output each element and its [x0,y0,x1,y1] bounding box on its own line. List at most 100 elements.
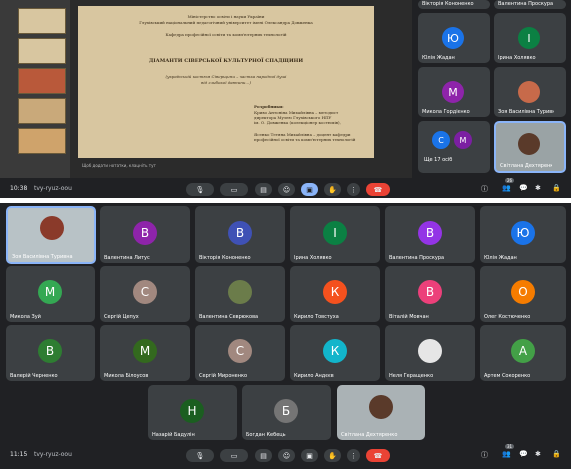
participant-name: Сергій Цепух [104,314,139,320]
present-button[interactable]: ▣ [301,183,318,196]
participant-name: Олег Костюченко [484,314,531,320]
activities-icon[interactable]: ✱ [535,184,541,192]
captions-button[interactable]: ▤ [255,183,272,196]
info-icon[interactable]: ⓘ [481,450,488,460]
more-icon: ⋮ [350,185,357,194]
self-video-tile[interactable]: Світлана Дехтяренко [494,121,566,173]
raise-hand-button[interactable]: ✋ [324,449,341,462]
participant-tile[interactable]: В Віталій Мовчан [385,266,475,322]
people-icon[interactable]: 👥 [502,184,511,192]
participant-tile[interactable]: А Артем Сокоренко [480,325,566,381]
avatar: М [442,81,464,103]
slide-ministry: Міністерство освіти і науки України [187,14,265,19]
participant-tile[interactable]: М Микола Білоусов [100,325,190,381]
info-icon[interactable]: ⓘ [481,184,488,194]
participant-name: Ірина Холявко [498,55,536,61]
participant-name: Кирило Андєєв [294,373,334,379]
self-video-tile[interactable]: Світлана Дехтяренко [337,385,425,440]
avatar-photo [228,280,252,304]
avatar: С [228,339,252,363]
participant-tile[interactable]: Н Назарій Бадулін [148,385,237,440]
present-button[interactable]: ▣ [301,449,318,462]
participants-badge: 31 [505,444,515,449]
participant-tile[interactable]: Ю Юлія Жадан [480,206,566,263]
participant-tile[interactable]: К Кирило Андєєв [290,325,380,381]
lock-icon[interactable]: 🔒 [552,450,561,458]
more-options-button[interactable]: ⋮ [347,449,360,462]
participant-tile[interactable]: В Валерій Черненко [6,325,95,381]
lock-icon[interactable]: 🔒 [552,184,561,192]
captions-button[interactable]: ▤ [255,449,272,462]
leave-call-button[interactable]: ☎ [366,449,390,462]
emoji-button[interactable]: ☺ [278,449,295,462]
camera-icon: ▭ [230,185,238,194]
slide-thumbnail[interactable] [18,8,66,34]
activities-icon[interactable]: ✱ [535,450,541,458]
captions-icon: ▤ [260,185,267,194]
mic-button[interactable]: 🎙 [186,449,214,462]
participant-tile[interactable]: Ю Юлія Жадан [418,13,490,63]
avatar: І [518,27,540,49]
raise-hand-button[interactable]: ✋ [324,183,341,196]
participant-tile[interactable]: С Сергій Цепух [100,266,190,322]
emoji-icon: ☺ [282,185,291,194]
mic-button[interactable]: 🎙 [186,183,214,196]
slide-subtitle: (українській костюм Сіверщини – частка н… [165,74,287,79]
avatar: В [418,221,442,245]
participant-tile[interactable]: І Ірина Холявко [494,13,566,63]
speaker-video [40,216,64,240]
more-options-button[interactable]: ⋮ [347,183,360,196]
participant-tile[interactable]: Валентина Проскура [494,0,566,9]
slide-thumbnail[interactable] [18,38,66,64]
chat-icon[interactable]: 💬 [519,184,528,192]
participant-tile[interactable]: Вікторія Кононенко [418,0,490,9]
participant-tile[interactable]: Валентина Севрюкова [195,266,285,322]
chat-icon[interactable]: 💬 [519,450,528,458]
people-icon[interactable]: 👥 [502,450,511,458]
leave-call-button[interactable]: ☎ [366,183,390,196]
participant-tile[interactable]: С Сергій Мироненко [195,325,285,381]
avatar-photo [418,339,442,363]
participant-tile[interactable]: Зоя Василівна Туривн... [494,67,566,117]
emoji-button[interactable]: ☺ [278,183,295,196]
avatar: М [133,339,157,363]
participant-tile[interactable]: М Микола Гордієнко [418,67,490,117]
participant-tile[interactable]: Неля Геращенко [385,325,475,381]
notes-bar[interactable]: Щоб додати нотатки, клацніть тут [78,161,374,171]
participant-name: Назарій Бадулін [152,432,195,438]
slide-thumbnail[interactable] [18,128,66,154]
participant-name: Віталій Мовчан [389,314,429,320]
avatar: В [418,280,442,304]
participant-name: Юлія Жадан [484,255,517,261]
avatar: К [323,339,347,363]
avatar: М [38,280,62,304]
slide-thumbnail[interactable] [18,98,66,124]
slide-thumbnail[interactable] [18,68,66,94]
camera-button[interactable]: ▭ [220,449,248,462]
participant-tile[interactable]: О Олег Костюченко [480,266,566,322]
participant-name: Микола Білоусов [104,373,149,379]
participant-tile[interactable]: В Валентина Литус [100,206,190,263]
meeting-time: 11:15 [10,451,28,458]
slide-department: Кафедра професійної освіти та комп'ютерн… [165,32,287,37]
participant-tile[interactable]: І Ірина Холявко [290,206,380,263]
participant-tile[interactable]: Б Богдан Кебець [242,385,331,440]
participant-tile[interactable]: К Кирило Товстуха [290,266,380,322]
participants-badge: 26 [505,178,515,183]
active-speaker-tile[interactable]: Зоя Василівна Туривна [6,206,96,264]
slide-authors-label: Розробники: [254,104,284,109]
avatar: Н [180,399,204,423]
others-tile[interactable]: C M Ще 17 осіб [418,121,490,173]
avatar: В [38,339,62,363]
participant-tile[interactable]: М Микола Зуй [6,266,95,322]
hand-icon: ✋ [328,451,337,460]
avatar: M [454,131,472,149]
participant-name: Валентина Проскура [389,255,445,261]
avatar: C [432,131,450,149]
participant-tile[interactable]: В Валентина Проскура [385,206,475,263]
camera-button[interactable]: ▭ [220,183,248,196]
mic-icon: 🎙 [195,185,205,194]
participant-tile[interactable]: В Вікторія Кононенко [195,206,285,263]
avatar: К [323,280,347,304]
avatar: О [511,280,535,304]
